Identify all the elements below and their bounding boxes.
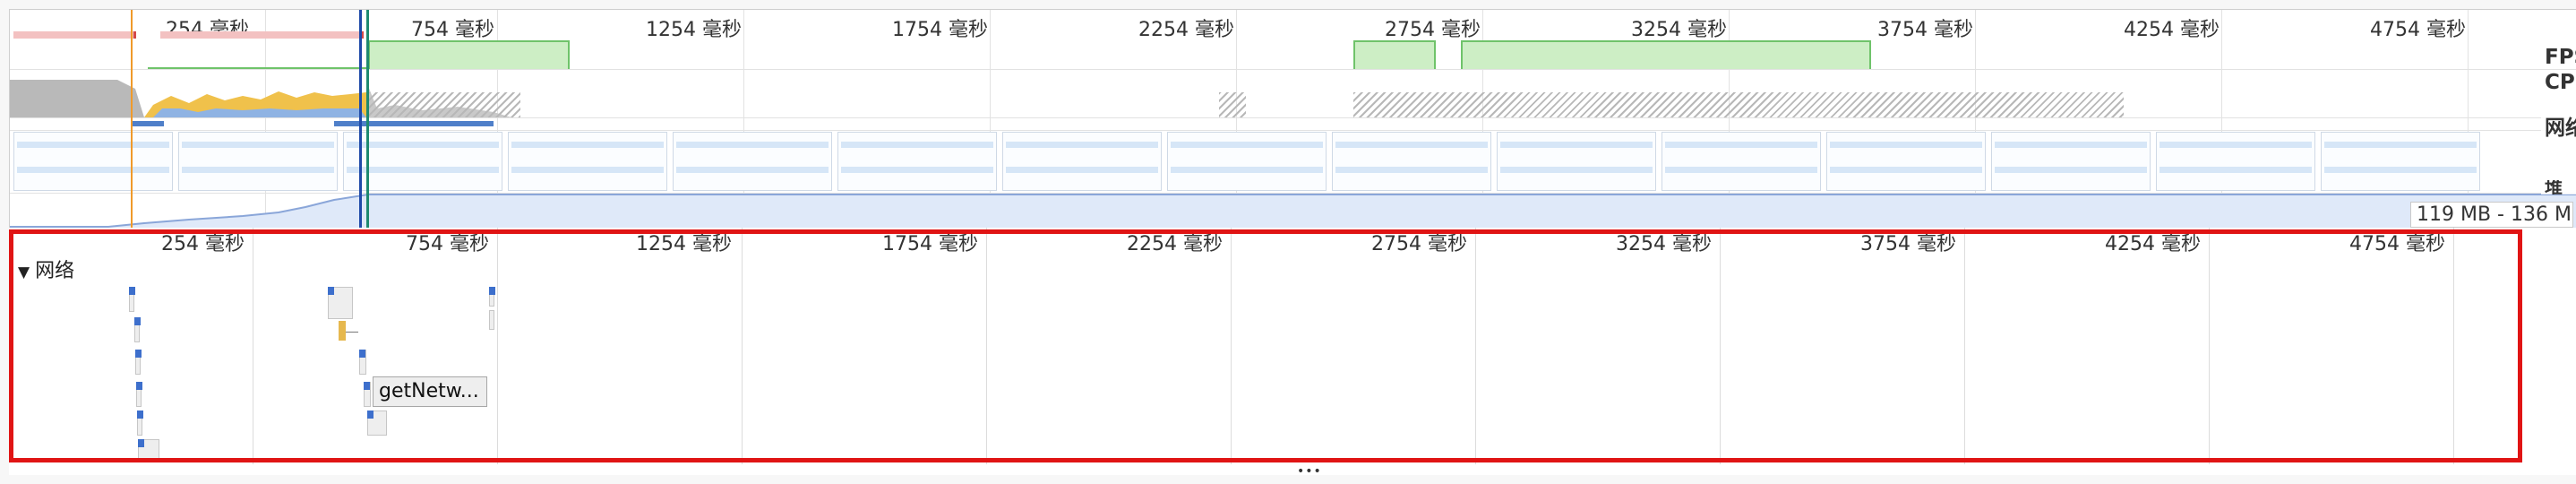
network-request-bar[interactable]	[137, 411, 143, 436]
overview-tick-label: 3254 毫秒	[1631, 19, 1727, 41]
overview-tick-label: 1254 毫秒	[646, 19, 742, 41]
detail-gridline	[1231, 228, 1232, 464]
screenshot-thumbnail[interactable]	[1002, 132, 1162, 191]
load-event-marker	[366, 10, 369, 229]
screenshot-thumbnail[interactable]	[673, 132, 832, 191]
screenshot-thumbnail[interactable]	[1662, 132, 1821, 191]
request-start-marker	[138, 439, 144, 447]
fps-frame-block	[1353, 40, 1436, 69]
detail-gridline	[1475, 228, 1476, 464]
network-request-bar[interactable]	[359, 350, 366, 375]
detail-tick-label: 1754 毫秒	[882, 233, 978, 255]
network-request-strip	[334, 121, 494, 126]
overview-tick-label: 4254 毫秒	[2124, 19, 2220, 41]
network-request-bar[interactable]	[489, 310, 494, 330]
detail-gridline	[986, 228, 987, 464]
request-name-tooltip: getNetw...	[373, 376, 487, 407]
screenshot-thumbnail[interactable]	[1167, 132, 1327, 191]
overview-tick-label: 2754 毫秒	[1385, 19, 1481, 41]
network-request-bar[interactable]	[138, 439, 159, 462]
detail-gridline	[497, 228, 498, 464]
screenshot-thumbnail[interactable]	[13, 132, 173, 191]
request-start-marker	[359, 350, 365, 358]
cpu-rendering-area	[153, 108, 366, 117]
first-paint-marker	[131, 10, 133, 229]
heap-memory-chart	[10, 194, 2576, 229]
request-whisker	[346, 332, 358, 333]
heap-area	[10, 194, 2576, 229]
request-start-marker	[328, 287, 334, 295]
track-divider	[10, 117, 2576, 118]
screenshot-thumbnail[interactable]	[508, 132, 667, 191]
detail-tick-label: 254 毫秒	[161, 233, 245, 255]
request-start-marker	[136, 382, 142, 390]
screenshot-thumbnail[interactable]	[178, 132, 338, 191]
overview-tick-label: 754 毫秒	[411, 19, 494, 41]
request-start-marker	[135, 350, 142, 358]
request-start-marker	[129, 287, 135, 295]
network-request-bar[interactable]	[134, 317, 141, 342]
overview-tick-label: 2254 毫秒	[1138, 19, 1234, 41]
expand-triangle-icon[interactable]: ▼	[18, 264, 30, 281]
cpu-idle-area	[10, 80, 144, 117]
cpu-hatch-area	[1353, 92, 2124, 117]
detail-tick-label: 3754 毫秒	[1860, 233, 1956, 255]
detail-tick-label: 4754 毫秒	[2349, 233, 2445, 255]
network-request-bar[interactable]	[364, 382, 371, 407]
screenshot-thumbnail[interactable]	[2156, 132, 2315, 191]
resize-handle-icon[interactable]: •••	[1297, 464, 1322, 479]
screenshot-thumbnail[interactable]	[2321, 132, 2480, 191]
fps-frame-block	[1461, 40, 1871, 69]
request-start-marker	[364, 382, 370, 390]
detail-gridline	[2453, 228, 2454, 464]
network-request-bar[interactable]	[367, 411, 387, 436]
detail-tick-label: 3254 毫秒	[1616, 233, 1712, 255]
screenshot-thumbnail[interactable]	[837, 132, 997, 191]
network-request-bar[interactable]	[136, 382, 142, 407]
overview-tick-label: 1754 毫秒	[892, 19, 988, 41]
detail-tick-label: 2754 毫秒	[1371, 233, 1467, 255]
fps-track-label: FPS	[2541, 46, 2576, 69]
overview-tick-label: 4754 毫秒	[2370, 19, 2466, 41]
track-divider	[10, 130, 2576, 131]
dom-content-loaded-marker	[359, 10, 362, 229]
detail-gridline	[2209, 228, 2210, 464]
screenshot-thumbnail[interactable]	[1332, 132, 1491, 191]
network-request-strip	[132, 121, 164, 126]
network-request-bar[interactable]	[135, 350, 142, 375]
performance-panel: 254 毫秒 754 毫秒 1254 毫秒 1754 毫秒 2254 毫秒 27…	[0, 0, 2576, 484]
detail-gridline	[1720, 228, 1721, 464]
network-request-bar[interactable]	[129, 287, 135, 312]
detail-tick-label: 4254 毫秒	[2105, 233, 2201, 255]
cpu-hatch-area	[1219, 92, 1246, 117]
network-section-label: 网络	[35, 260, 75, 282]
memory-range-label: 119 MB - 136 MB	[2410, 202, 2573, 228]
screenshot-thumbnail[interactable]	[1826, 132, 1986, 191]
request-start-marker	[137, 411, 143, 419]
detail-gridline	[742, 228, 743, 464]
request-waiting-segment	[339, 321, 346, 341]
detail-tick-label: 2254 毫秒	[1127, 233, 1223, 255]
long-task-bar[interactable]	[160, 31, 364, 39]
screenshot-thumbnail[interactable]	[1991, 132, 2151, 191]
heap-track-label: 堆	[2541, 180, 2576, 194]
screenshot-thumbnail[interactable]	[1497, 132, 1656, 191]
network-request-bar[interactable]	[328, 287, 353, 319]
overview-tick-label: 3754 毫秒	[1877, 19, 1973, 41]
long-task-bar[interactable]	[13, 31, 136, 39]
network-track-label: 网络	[2541, 110, 2576, 141]
request-start-marker	[489, 287, 495, 295]
network-request-bar[interactable]	[489, 287, 495, 307]
timeline-detail[interactable]: 254 毫秒 754 毫秒 1254 毫秒 1754 毫秒 2254 毫秒 27…	[9, 228, 2576, 479]
request-start-marker	[367, 411, 374, 419]
detail-tick-label: 754 毫秒	[406, 233, 489, 255]
cpu-track-label: CPU	[2541, 71, 2576, 94]
detail-gridline	[1964, 228, 1965, 464]
fps-frame-block	[368, 40, 570, 69]
detail-tick-label: 1254 毫秒	[636, 233, 732, 255]
network-section-header[interactable]: ▼ 网络	[18, 255, 74, 283]
timeline-overview[interactable]: 254 毫秒 754 毫秒 1254 毫秒 1754 毫秒 2254 毫秒 27…	[9, 9, 2576, 229]
cpu-hatch-area	[368, 92, 520, 117]
request-start-marker	[134, 317, 141, 325]
